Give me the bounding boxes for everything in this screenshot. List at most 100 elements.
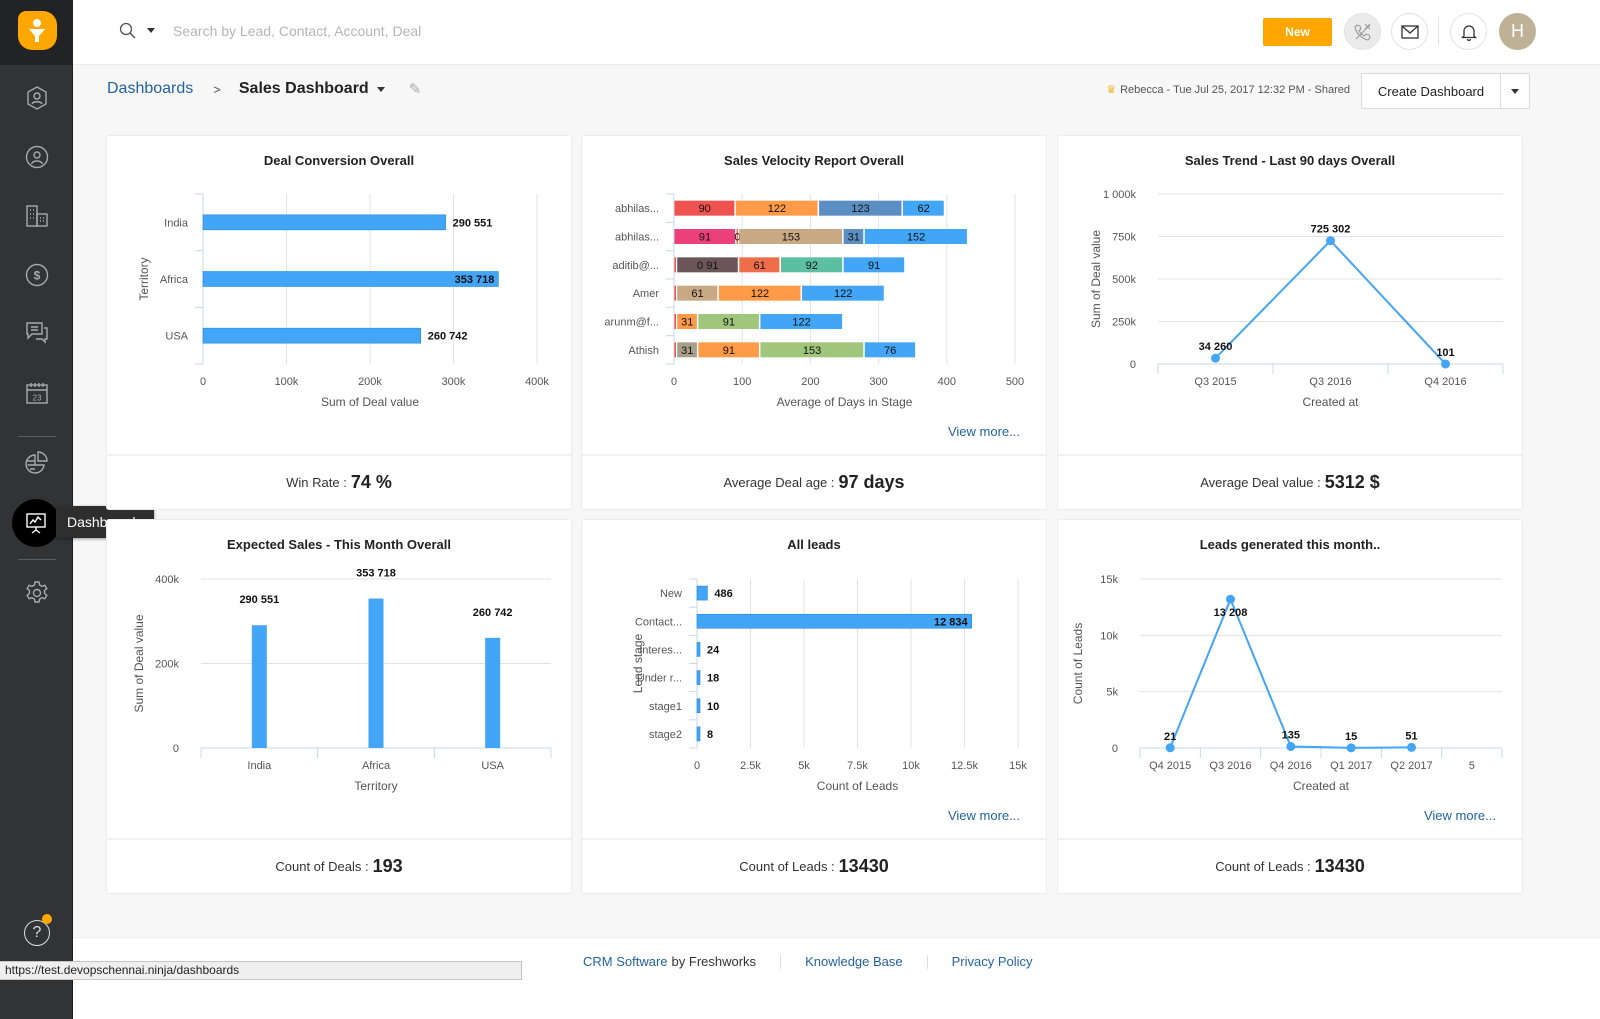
- segment-value-label: 76: [884, 345, 896, 357]
- segment-value-label: 92: [806, 260, 818, 272]
- bar: [251, 625, 267, 748]
- y-tick-label: 5k: [1106, 687, 1118, 699]
- metric-label: Win Rate :: [286, 475, 347, 490]
- card-footer: Count of Deals :193: [107, 838, 571, 893]
- leads-this-month-chart: 0 5k 10k 15k Q4 2015 Q3 2016 Q4 2016 Q1 2017 Q2 …: [1071, 574, 1503, 793]
- sidebar-item-calendar[interactable]: 23: [17, 373, 57, 413]
- segment-value-label: 91: [868, 260, 880, 272]
- x-tick-label: 7.5k: [847, 760, 868, 772]
- x-tick-label: 0: [200, 376, 206, 388]
- data-point: [1211, 353, 1220, 363]
- sidebar-item-contacts[interactable]: [17, 137, 57, 177]
- segment-value-label: 91: [699, 232, 711, 244]
- category-label: Q4 2016: [1270, 760, 1312, 772]
- search-icon[interactable]: [119, 22, 137, 40]
- sidebar-item-accounts[interactable]: [17, 196, 57, 236]
- mail-button[interactable]: [1391, 13, 1428, 50]
- new-button[interactable]: New: [1263, 18, 1332, 46]
- notifications-button[interactable]: [1450, 13, 1487, 50]
- search-input[interactable]: [173, 18, 573, 44]
- sidebar-item-dashboards[interactable]: [12, 499, 60, 547]
- category-label: Q1 2017: [1330, 760, 1372, 772]
- sidebar-item-deals[interactable]: $: [17, 255, 57, 295]
- x-tick-label: 15k: [1009, 760, 1027, 772]
- category-label: arunm@f...: [604, 317, 659, 329]
- bar: [696, 698, 701, 714]
- sidebar-item-reports[interactable]: [17, 443, 57, 483]
- x-tick-label: 400: [938, 376, 956, 388]
- y-tick-label: 0: [173, 743, 179, 755]
- x-tick-label: 0: [694, 760, 700, 772]
- category-label: abhilas...: [615, 203, 659, 215]
- y-tick-label: 1 000k: [1103, 189, 1137, 201]
- x-tick-label: 100: [733, 376, 751, 388]
- category-label: Amer: [633, 288, 660, 300]
- view-more-link[interactable]: View more...: [948, 424, 1020, 439]
- privacy-policy-link[interactable]: Privacy Policy: [952, 954, 1033, 969]
- bar-value-label: 10: [707, 701, 719, 713]
- stacked-bar-segment: [674, 342, 676, 358]
- sidebar-item-leads[interactable]: [17, 78, 57, 118]
- dashboard-meta: ♛ Rebecca - Tue Jul 25, 2017 12:32 PM - …: [1106, 83, 1350, 97]
- category-label: 5: [1469, 760, 1475, 772]
- y-tick-label: 10k: [1100, 630, 1118, 642]
- breadcrumb-separator: >: [213, 81, 221, 97]
- x-axis-title: Average of Days in Stage: [777, 395, 913, 409]
- segment-value-label: 153: [803, 345, 821, 357]
- x-tick-label: 200: [801, 376, 819, 388]
- freshsales-logo[interactable]: [18, 11, 57, 50]
- phone-off-icon: [1353, 23, 1371, 41]
- metric-value: 5312 $: [1324, 472, 1380, 492]
- segment-value-label: 152: [907, 232, 925, 244]
- category-label: Q2 2017: [1390, 760, 1432, 772]
- category-label: Q3 2016: [1309, 376, 1351, 388]
- edit-pencil-icon[interactable]: ✎: [409, 80, 422, 98]
- bar: [485, 637, 501, 748]
- knowledge-base-link[interactable]: Knowledge Base: [805, 954, 903, 969]
- x-tick-label: 2.5k: [740, 760, 761, 772]
- card-leads-this-month: Leads generated this month.. 0 5k 10k 15k Q4…: [1057, 519, 1523, 894]
- create-dashboard-group: Create Dashboard: [1361, 73, 1530, 109]
- user-avatar[interactable]: H: [1499, 13, 1536, 50]
- crm-software-link[interactable]: CRM Software: [583, 954, 668, 969]
- category-label: India: [164, 217, 189, 229]
- pie-chart-icon: [25, 451, 48, 474]
- status-bar-url: https://test.devopschennai.ninja/dashboa…: [0, 961, 522, 980]
- card-sales-trend: Sales Trend - Last 90 days Overall 0 250k…: [1057, 135, 1523, 510]
- sales-trend-chart: 0 250k 500k 750k 1 000k Q3 2015 Q3 2016 Q4 2016…: [1089, 189, 1504, 409]
- sidebar-item-conversations[interactable]: [17, 313, 57, 353]
- bar: [696, 613, 972, 629]
- phone-button[interactable]: [1344, 13, 1381, 50]
- segment-value-label: 61: [753, 260, 765, 272]
- category-label: USA: [165, 331, 188, 343]
- x-tick-label: 400k: [525, 376, 549, 388]
- metric-value: 13430: [1314, 856, 1365, 876]
- point-value-label: 34 260: [1199, 341, 1233, 353]
- dashboard-title[interactable]: Sales Dashboard: [239, 80, 369, 98]
- bar-value-label: 8: [707, 729, 713, 741]
- sidebar-divider: [18, 436, 56, 437]
- dashboard-switcher-chevron-down-icon[interactable]: [376, 86, 385, 92]
- bar-value-label: 260 742: [473, 607, 513, 619]
- card-deal-conversion: Deal Conversion Overall 0 100k 200k 300k 400…: [106, 135, 572, 510]
- category-label: India: [247, 760, 272, 772]
- create-dashboard-button[interactable]: Create Dashboard: [1362, 74, 1501, 108]
- bar: [202, 327, 422, 344]
- sales-velocity-chart: 0 100 200 300 400 500 abhilas... 90 122 123 62 abhi…: [604, 193, 1024, 409]
- y-axis-title: Sum of Deal value: [1089, 230, 1103, 328]
- segment-value-label: 153: [782, 232, 800, 244]
- by-freshworks-text: by Freshworks: [671, 954, 757, 969]
- segment-value-label: 62: [917, 203, 929, 215]
- create-dashboard-dropdown[interactable]: [1501, 74, 1529, 108]
- segment-value-label: 0 91: [697, 260, 718, 272]
- sidebar-item-settings[interactable]: [17, 573, 57, 613]
- search-scope-dropdown[interactable]: [147, 28, 155, 33]
- breadcrumb-dashboards-link[interactable]: Dashboards: [107, 80, 193, 98]
- app: $ 23 Dashboards ? New: [0, 0, 1600, 1019]
- x-tick-label: 500: [1006, 376, 1024, 388]
- category-label: Athish: [628, 345, 659, 357]
- breadcrumb: Dashboards > Sales Dashboard ✎: [107, 78, 421, 100]
- view-more-link[interactable]: View more...: [1424, 808, 1496, 823]
- view-more-link[interactable]: View more...: [948, 808, 1020, 823]
- data-point: [1286, 741, 1296, 751]
